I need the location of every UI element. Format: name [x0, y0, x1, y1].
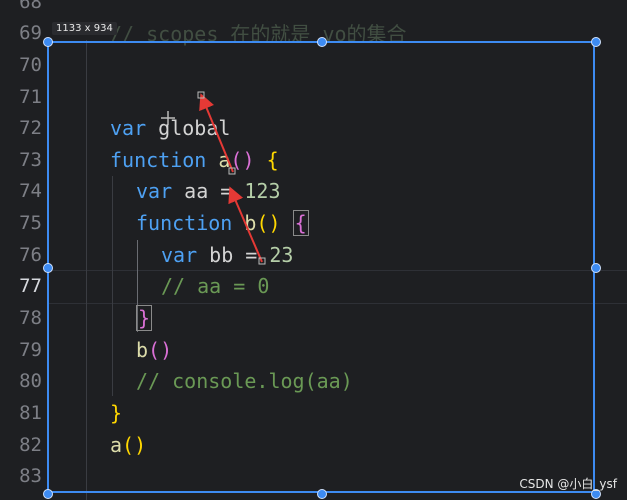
arrow-b-to-a [228, 186, 263, 263]
annotation-arrows [161, 91, 266, 265]
move-cursor-icon [161, 111, 175, 125]
arrow-aa-to-global [199, 93, 234, 173]
watermark: CSDN @小白_ysf [519, 477, 617, 491]
